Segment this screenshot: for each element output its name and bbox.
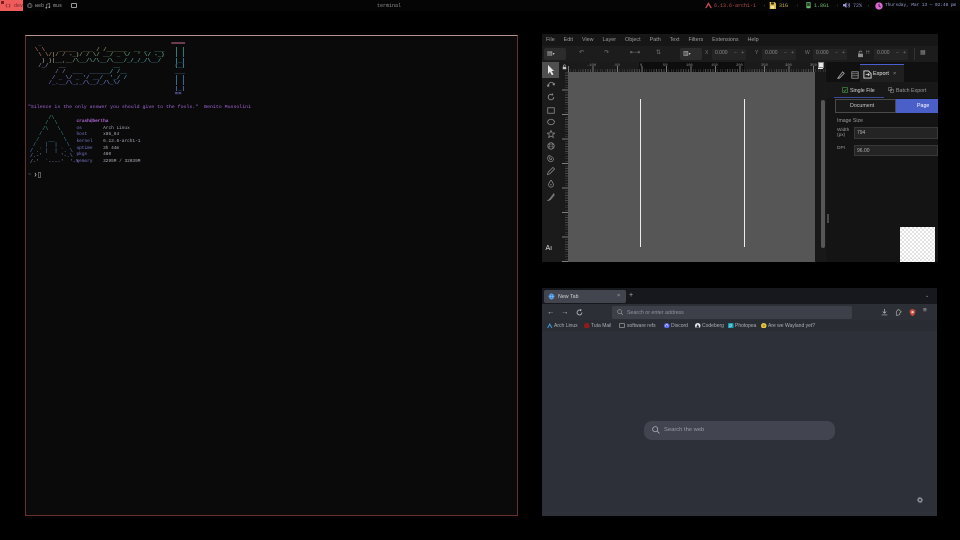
svg-text:P: P	[729, 323, 732, 328]
